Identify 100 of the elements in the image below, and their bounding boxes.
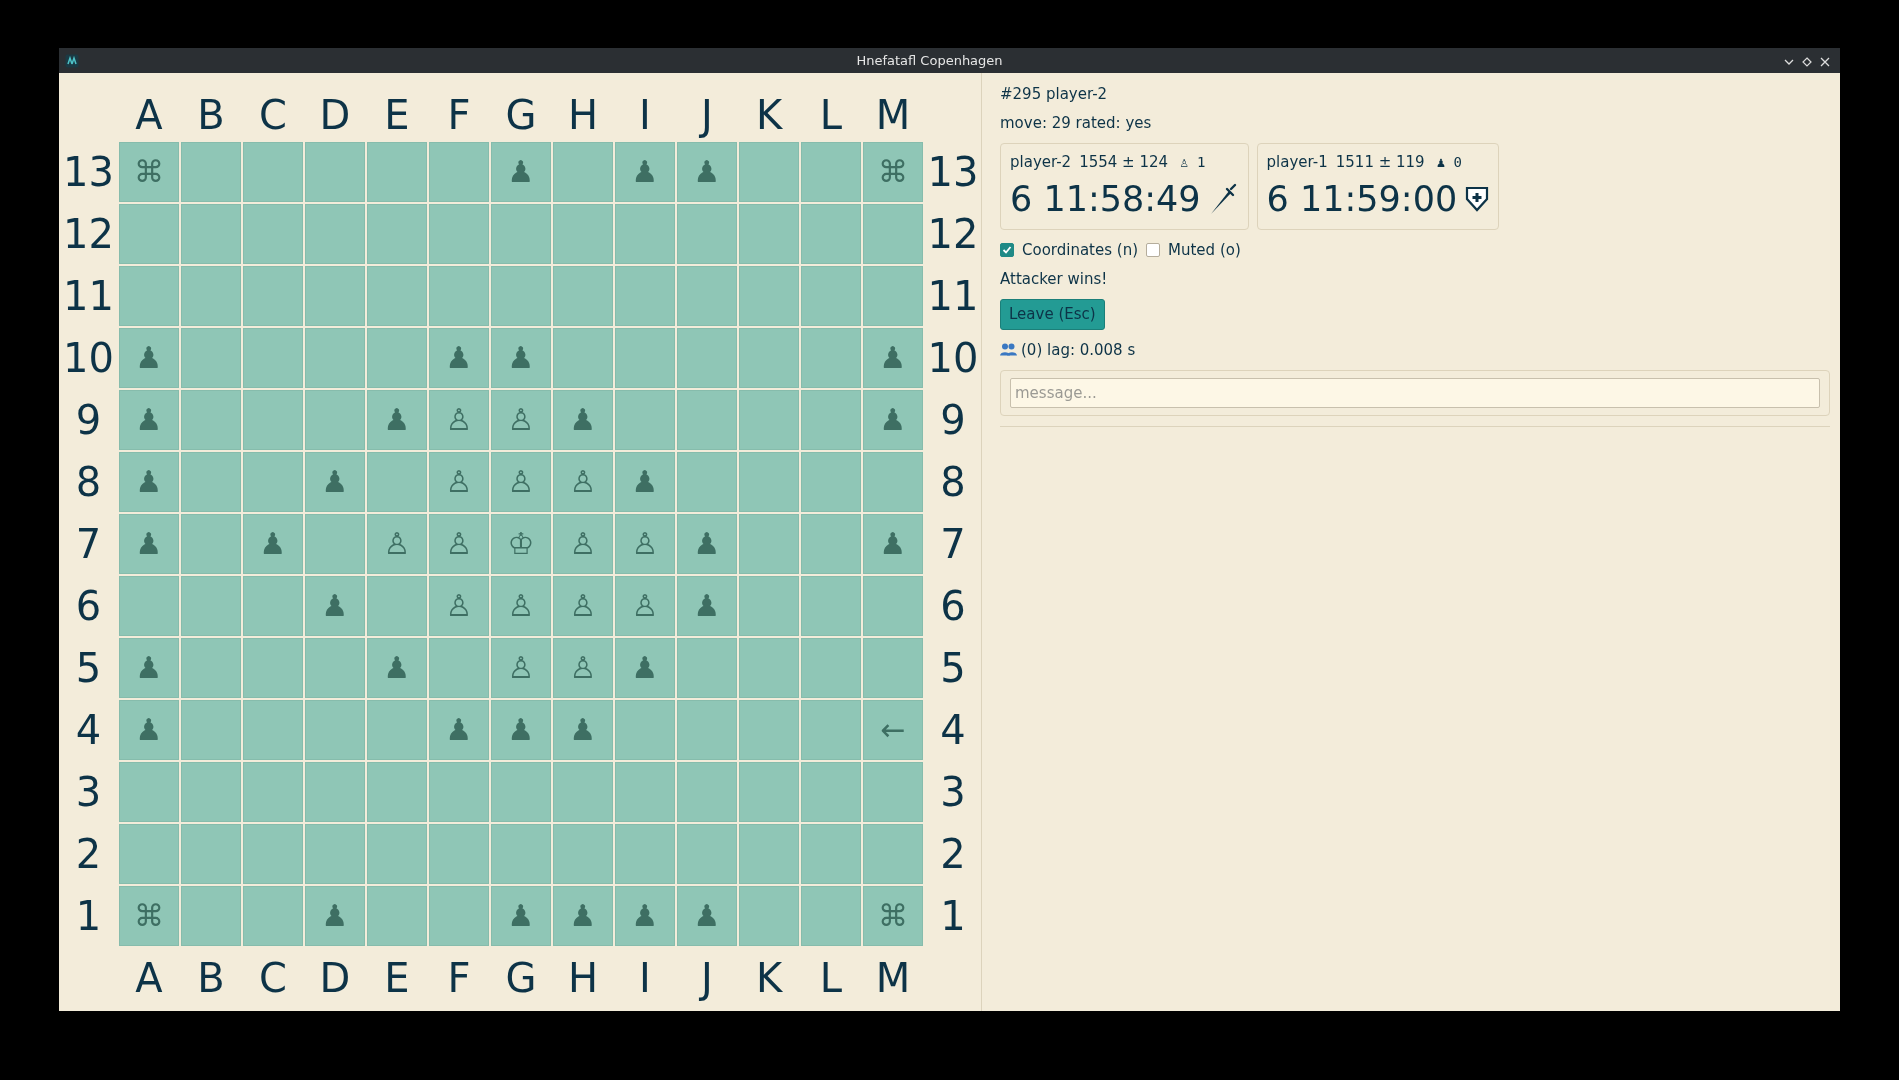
board-square[interactable] [677, 824, 737, 884]
board-square[interactable] [429, 824, 489, 884]
board-square[interactable] [677, 328, 737, 388]
board-square[interactable] [181, 824, 241, 884]
board-square[interactable]: ♙ [491, 390, 551, 450]
board-square[interactable] [119, 824, 179, 884]
board-square[interactable]: ⌘ [119, 886, 179, 946]
board-square[interactable] [243, 390, 303, 450]
board-square[interactable] [553, 142, 613, 202]
board-square[interactable]: ♟ [367, 638, 427, 698]
board-square[interactable]: ♟ [491, 328, 551, 388]
board-square[interactable] [367, 700, 427, 760]
board-square[interactable] [305, 762, 365, 822]
board-square[interactable]: ⌘ [863, 886, 923, 946]
board-square[interactable]: ♙ [429, 514, 489, 574]
board-square[interactable]: ♟ [863, 514, 923, 574]
board-square[interactable] [739, 204, 799, 264]
board-square[interactable] [863, 452, 923, 512]
board-square[interactable] [739, 700, 799, 760]
board-square[interactable] [119, 762, 179, 822]
board-square[interactable]: ♙ [615, 514, 675, 574]
board-square[interactable] [243, 886, 303, 946]
board-square[interactable] [553, 266, 613, 326]
board-square[interactable] [429, 142, 489, 202]
board-square[interactable] [305, 204, 365, 264]
board-square[interactable] [181, 762, 241, 822]
board-square[interactable] [305, 824, 365, 884]
board-square[interactable] [181, 390, 241, 450]
board-square[interactable]: ♙ [429, 452, 489, 512]
board-square[interactable]: ♟ [429, 700, 489, 760]
board-square[interactable]: ♟ [553, 700, 613, 760]
board-square[interactable] [739, 824, 799, 884]
board-square[interactable] [615, 390, 675, 450]
board-square[interactable]: ⌘ [863, 142, 923, 202]
board-square[interactable] [739, 638, 799, 698]
board-square[interactable] [801, 204, 861, 264]
board-square[interactable] [615, 204, 675, 264]
board-square[interactable] [429, 638, 489, 698]
board-square[interactable] [305, 700, 365, 760]
board-square[interactable] [243, 700, 303, 760]
board-square[interactable]: ♟ [119, 638, 179, 698]
board-square[interactable] [367, 328, 427, 388]
board-square[interactable]: ♟ [119, 514, 179, 574]
board-square[interactable] [801, 142, 861, 202]
board-square[interactable] [305, 266, 365, 326]
message-field[interactable]: message... [1010, 377, 1820, 409]
board-square[interactable]: ♟ [677, 142, 737, 202]
board-square[interactable]: ♟ [553, 886, 613, 946]
board-square[interactable] [863, 824, 923, 884]
board-square[interactable]: ♟ [491, 142, 551, 202]
board-square[interactable] [491, 762, 551, 822]
board-square[interactable] [367, 452, 427, 512]
board-square[interactable] [367, 142, 427, 202]
board-square[interactable]: ♔ [491, 514, 551, 574]
board-square[interactable] [863, 266, 923, 326]
board-square[interactable] [739, 576, 799, 636]
board-square[interactable]: ♟ [119, 390, 179, 450]
board-square[interactable] [801, 452, 861, 512]
board-square[interactable] [615, 266, 675, 326]
board-square[interactable] [677, 452, 737, 512]
board-square[interactable] [739, 762, 799, 822]
board-square[interactable]: ♙ [553, 514, 613, 574]
board-square[interactable]: ♟ [305, 452, 365, 512]
board-square[interactable] [181, 514, 241, 574]
board-square[interactable] [801, 638, 861, 698]
board-square[interactable] [305, 142, 365, 202]
board-square[interactable] [801, 390, 861, 450]
board-square[interactable]: ♟ [615, 886, 675, 946]
board-square[interactable] [491, 204, 551, 264]
board-square[interactable]: ♟ [677, 886, 737, 946]
board-square[interactable] [305, 328, 365, 388]
board-square[interactable] [243, 204, 303, 264]
board-square[interactable] [677, 204, 737, 264]
board-square[interactable] [739, 266, 799, 326]
board-square[interactable] [429, 266, 489, 326]
board-square[interactable]: ♟ [863, 328, 923, 388]
board-square[interactable] [801, 576, 861, 636]
board-square[interactable] [243, 576, 303, 636]
board-square[interactable]: ♙ [491, 452, 551, 512]
board-square[interactable] [367, 762, 427, 822]
board-square[interactable] [181, 204, 241, 264]
board-square[interactable]: ♟ [615, 452, 675, 512]
board-square[interactable] [553, 762, 613, 822]
board-square[interactable] [739, 142, 799, 202]
board-square[interactable] [739, 328, 799, 388]
board-square[interactable] [553, 328, 613, 388]
board-square[interactable] [863, 762, 923, 822]
board-square[interactable] [243, 452, 303, 512]
board-square[interactable] [367, 824, 427, 884]
board-square[interactable] [181, 142, 241, 202]
board-square[interactable]: ♟ [367, 390, 427, 450]
board-square[interactable] [801, 762, 861, 822]
board-square[interactable] [739, 886, 799, 946]
board-square[interactable]: ♙ [429, 576, 489, 636]
board-square[interactable] [181, 452, 241, 512]
board-square[interactable] [801, 328, 861, 388]
board-square[interactable] [305, 390, 365, 450]
board-square[interactable] [615, 700, 675, 760]
board-square[interactable]: ♟ [677, 576, 737, 636]
board-square[interactable]: ♟ [119, 328, 179, 388]
